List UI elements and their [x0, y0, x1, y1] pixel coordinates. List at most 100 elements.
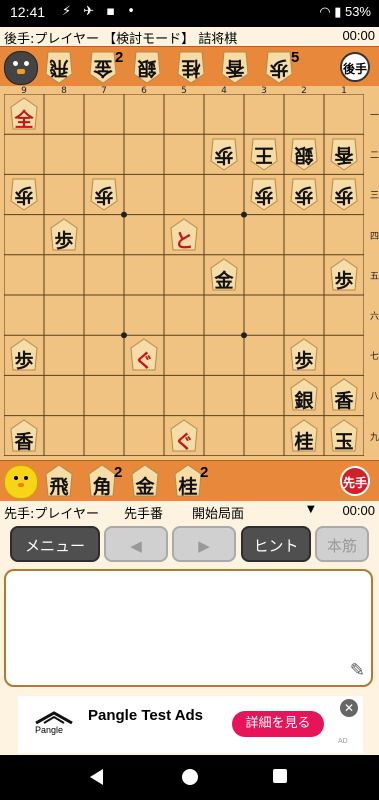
sente-hand-piece[interactable]: 桂: [173, 464, 203, 498]
board-piece[interactable]: 歩: [329, 258, 359, 292]
gote-avatar[interactable]: [4, 51, 38, 85]
piece-char: 香: [225, 57, 245, 79]
board-piece[interactable]: ぐ: [169, 418, 199, 453]
board-piece[interactable]: 歩: [209, 137, 239, 171]
board-piece[interactable]: 歩: [9, 338, 39, 372]
pangle-logo-icon: [34, 709, 74, 725]
sente-player-label: 先手:プレイヤー: [4, 507, 99, 522]
board-piece[interactable]: と: [169, 217, 199, 252]
piece-char: 歩: [269, 57, 289, 79]
piece-char: と: [174, 229, 194, 252]
piece-char: 歩: [14, 184, 34, 207]
piece-char: 歩: [54, 229, 74, 252]
piece-char: 歩: [214, 144, 234, 167]
comment-box[interactable]: ✎: [4, 569, 373, 687]
gote-hand-piece[interactable]: 歩: [264, 50, 294, 84]
board-piece[interactable]: 香: [329, 137, 359, 171]
sente-hand-piece[interactable]: 角: [87, 464, 117, 498]
menu-button[interactable]: メニュー: [10, 526, 100, 562]
file-label: 5: [181, 86, 187, 96]
rank-label: 一: [370, 111, 379, 121]
system-nav-bar: [0, 755, 379, 800]
file-label: 1: [341, 86, 347, 96]
piece-char: 金: [214, 269, 234, 292]
piece-char: 桂: [181, 57, 201, 79]
next-button[interactable]: ▶: [172, 526, 236, 562]
file-label: 8: [61, 86, 67, 96]
board-piece[interactable]: ぐ: [129, 338, 159, 372]
gote-hand-piece[interactable]: 金: [88, 50, 118, 84]
position-select[interactable]: 開始局面: [192, 503, 244, 522]
gote-timer: 00:00: [342, 28, 375, 43]
gote-hand-piece[interactable]: 銀: [132, 50, 162, 84]
hand-piece-count: 5: [291, 49, 300, 66]
board-piece[interactable]: 銀: [289, 378, 319, 412]
hint-button[interactable]: ヒント: [241, 526, 311, 562]
piece-char: 角: [92, 476, 112, 498]
back-icon[interactable]: [90, 769, 103, 785]
recents-icon[interactable]: [273, 769, 287, 783]
piece-char: 飛: [49, 57, 69, 79]
piece-char: 桂: [294, 430, 314, 453]
board-piece[interactable]: 歩: [249, 177, 279, 211]
battery-level: 53%: [344, 4, 371, 19]
sente-hand-piece[interactable]: 金: [130, 464, 160, 498]
board-piece[interactable]: 香: [329, 378, 359, 412]
file-label: 6: [141, 86, 147, 96]
board-piece[interactable]: 歩: [89, 177, 119, 211]
sente-badge: 先手: [340, 466, 370, 496]
gote-player-label: 後手:プレイヤー 【検討モード】 詰将棋: [4, 32, 238, 47]
main-line-button[interactable]: 本筋: [315, 526, 369, 562]
status-time: 12:41: [10, 4, 46, 20]
board-grid[interactable]: 987654321一二三四五六七八九全歩王銀香歩歩歩歩歩歩と金歩歩ぐ歩銀香香ぐ桂…: [4, 86, 379, 456]
piece-char: 全: [14, 109, 34, 131]
board-piece[interactable]: 金: [209, 258, 239, 292]
ad-banner[interactable]: Pangle Pangle Test Ads 詳細を見る ✕ AD: [18, 696, 363, 753]
board-piece[interactable]: 玉: [329, 418, 359, 453]
board-piece[interactable]: 歩: [289, 338, 319, 372]
info-bar: 先手:プレイヤー 先手番 開始局面 ▼ 00:00: [0, 501, 379, 522]
game-header: 後手:プレイヤー 【検討モード】 詰将棋 00:00: [0, 27, 379, 47]
piece-char: 桂: [178, 476, 198, 498]
ad-cta-button[interactable]: 詳細を見る: [232, 711, 324, 737]
file-label: 4: [221, 86, 227, 96]
chevron-down-icon[interactable]: ▼: [307, 504, 315, 515]
board-piece[interactable]: 歩: [49, 217, 79, 252]
sente-hand-piece[interactable]: 飛: [44, 464, 74, 498]
board-piece[interactable]: 全: [9, 97, 39, 131]
board-piece[interactable]: 歩: [9, 177, 39, 211]
hand-piece-count: 2: [115, 49, 124, 66]
board-piece[interactable]: 桂: [289, 418, 319, 453]
rank-label: 四: [370, 231, 379, 242]
file-label: 2: [301, 86, 307, 96]
rank-label: 六: [370, 312, 379, 322]
rank-label: 九: [370, 432, 379, 443]
piece-char: 歩: [334, 269, 354, 292]
piece-char: 王: [254, 144, 274, 167]
file-label: 9: [21, 86, 27, 96]
board-piece[interactable]: 歩: [289, 177, 319, 211]
piece-char: 歩: [14, 350, 34, 373]
prev-button[interactable]: ◀: [104, 526, 168, 562]
gote-hand-piece[interactable]: 飛: [44, 50, 74, 84]
gote-hand-piece[interactable]: 香: [220, 50, 250, 84]
gote-badge: 後手: [340, 52, 370, 82]
piece-char: 金: [93, 57, 113, 79]
piece-char: 香: [14, 430, 34, 453]
rank-label: 三: [370, 191, 379, 202]
board-piece[interactable]: 香: [9, 418, 39, 453]
rank-label: 七: [370, 352, 379, 363]
board-piece[interactable]: 王: [249, 137, 279, 171]
ad-title: Pangle Test Ads: [88, 707, 204, 724]
board-piece[interactable]: 銀: [289, 137, 319, 171]
close-icon[interactable]: ✕: [340, 699, 358, 717]
board-piece[interactable]: 歩: [329, 177, 359, 211]
sente-avatar[interactable]: [4, 465, 38, 499]
status-right: ◠ ▮ 53%: [319, 4, 371, 20]
piece-char: 歩: [294, 350, 314, 373]
status-bar: 12:41 ⚡ ✈ ▪ • ◠ ▮ 53%: [0, 0, 379, 27]
pencil-icon[interactable]: ✎: [350, 660, 365, 681]
gote-hand-piece[interactable]: 桂: [176, 50, 206, 84]
shogi-board[interactable]: 987654321一二三四五六七八九全歩王銀香歩歩歩歩歩歩と金歩歩ぐ歩銀香香ぐ桂…: [0, 86, 379, 460]
home-icon[interactable]: [182, 769, 198, 785]
